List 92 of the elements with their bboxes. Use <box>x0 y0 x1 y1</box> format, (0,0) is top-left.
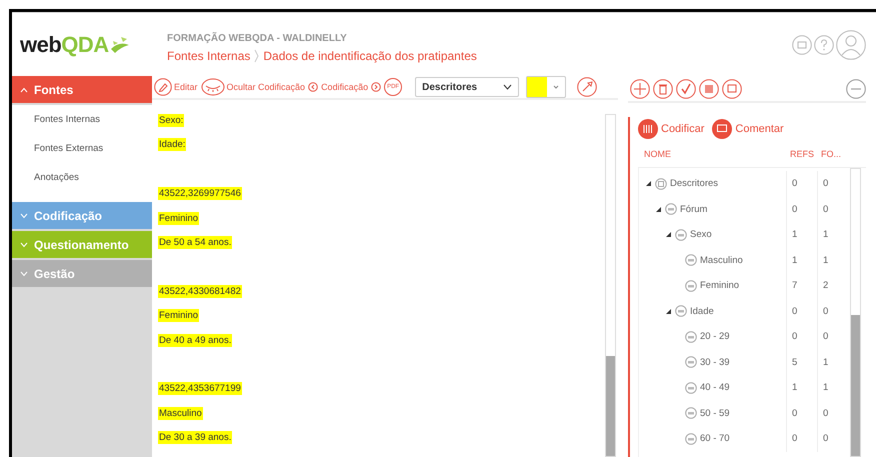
chevron-icon <box>20 270 28 276</box>
refs-cell: 0 <box>786 196 817 222</box>
refs-cell: 1 <box>786 222 817 248</box>
highlighted-text: 43522,3269977546 <box>158 187 242 200</box>
refs-cell: 1 <box>786 375 817 400</box>
tree-node-label[interactable]: 40 - 49 <box>700 382 730 394</box>
expand-triangle-icon[interactable] <box>666 232 671 238</box>
sidebar-item[interactable]: Fontes Internas <box>12 109 152 138</box>
refs-cell: 0 <box>786 426 817 452</box>
comment-icon[interactable] <box>722 78 742 98</box>
chevron-icon <box>20 212 28 218</box>
tree-node-label[interactable]: Fórum <box>680 204 708 215</box>
action-button[interactable]: Comentar <box>712 119 784 139</box>
trash-icon[interactable] <box>653 78 673 98</box>
sidebar-item[interactable]: Anotações <box>12 167 152 196</box>
highlighted-text: De 30 a 39 anos. <box>158 431 232 444</box>
hide-coding-button[interactable]: Ocultar Codificação <box>200 78 306 96</box>
expand-triangle-icon[interactable] <box>646 181 651 186</box>
highlighted-text: Feminino <box>158 309 200 322</box>
highlighted-text: 43522,4330681482 <box>158 284 242 298</box>
logo: webQDA <box>20 32 109 58</box>
previous-icon[interactable] <box>308 82 318 92</box>
section-label: Codificação <box>34 208 102 222</box>
tree-node-label[interactable]: 50 - 59 <box>700 408 730 419</box>
column-header[interactable]: FO... <box>816 149 849 159</box>
sidebar-item[interactable]: Fontes Externas <box>12 138 152 167</box>
highlighted-text: De 50 a 54 anos. <box>158 236 232 249</box>
check-icon[interactable] <box>676 78 696 98</box>
tree-node-label[interactable]: 20 - 29 <box>700 331 730 342</box>
category-dropdown[interactable]: Descritores <box>415 77 520 97</box>
project-title: FORMAÇÃO WEBQDA - WALDINELLY <box>167 32 348 44</box>
highlighted-text: Sexo: <box>158 114 184 127</box>
expand-triangle-icon[interactable] <box>666 308 671 314</box>
code-icon <box>638 119 658 139</box>
code-tag-icon <box>685 254 697 266</box>
chevron-icon <box>20 242 28 248</box>
highlighted-text: Feminino <box>158 212 200 225</box>
next-icon[interactable] <box>371 82 382 92</box>
column-header[interactable]: REFS <box>785 149 816 159</box>
caret-icon <box>503 84 512 90</box>
user-avatar-icon[interactable] <box>836 30 866 60</box>
highlighted-text: De 40 a 49 anos. <box>158 334 232 347</box>
tree-node-label[interactable]: Descritores <box>670 178 718 190</box>
code-tag-icon <box>685 280 697 292</box>
expand-triangle-icon[interactable] <box>656 206 661 212</box>
code-tag-icon <box>685 407 697 420</box>
code-tag-icon <box>685 330 697 343</box>
caret-icon <box>553 85 560 89</box>
code-tag-icon <box>675 305 687 318</box>
highlighted-text: Idade: <box>158 138 186 152</box>
code-tag-icon <box>665 203 677 216</box>
breadcrumb-link[interactable]: Fontes Internas <box>167 48 250 62</box>
add-icon[interactable] <box>630 78 650 98</box>
pencil-icon <box>154 78 172 96</box>
code-tag-icon <box>685 382 697 394</box>
closed-eye-icon <box>200 78 225 96</box>
help-icon[interactable] <box>814 34 834 54</box>
color-picker[interactable] <box>526 76 566 98</box>
refs-cell: 0 <box>786 324 817 350</box>
highlighted-text: 43522,4353677199 <box>158 382 242 396</box>
comment-icon <box>712 119 732 139</box>
scrollbar[interactable] <box>605 114 616 457</box>
highlighted-text: Masculino <box>158 406 203 420</box>
tree-node-label[interactable]: 60 - 70 <box>700 433 730 444</box>
refs-cell: 5 <box>786 350 817 375</box>
tree-node-label[interactable]: Masculino <box>700 254 743 266</box>
column-header[interactable]: NOME <box>638 149 785 159</box>
code-tag-icon <box>685 432 697 445</box>
section-label: Fontes <box>34 82 74 96</box>
breadcrumb-link[interactable]: Dados de indentificação dos pratipantes <box>263 48 477 62</box>
tree-node-label[interactable]: Sexo <box>690 229 712 240</box>
refs-cell: 0 <box>786 171 817 196</box>
section-label: Gestão <box>34 266 75 280</box>
action-button[interactable]: Codificar <box>638 119 704 139</box>
section-label: Questionamento <box>34 238 129 252</box>
tree-node-label[interactable]: Idade <box>690 306 714 317</box>
code-tag-icon <box>675 228 687 241</box>
tree-node-label[interactable]: Feminino <box>700 280 740 292</box>
coding-button[interactable]: Codificação <box>321 82 368 92</box>
refs-cell: 7 <box>786 273 817 298</box>
refs-cell: 0 <box>786 298 817 324</box>
breadcrumb-separator-icon <box>254 48 260 62</box>
refs-cell: 0 <box>786 400 817 426</box>
tree-node-label[interactable]: 30 - 39 <box>700 356 730 368</box>
chevron-icon <box>20 86 28 92</box>
edit-button[interactable]: Editar <box>154 78 198 96</box>
code-tag-icon <box>685 356 697 368</box>
scrollbar[interactable] <box>850 168 861 457</box>
leaf-logo-icon <box>108 34 131 54</box>
refs-cell: 1 <box>786 248 817 273</box>
collapse-icon[interactable] <box>846 78 866 98</box>
sidebar-section[interactable]: Fontes <box>12 76 152 103</box>
